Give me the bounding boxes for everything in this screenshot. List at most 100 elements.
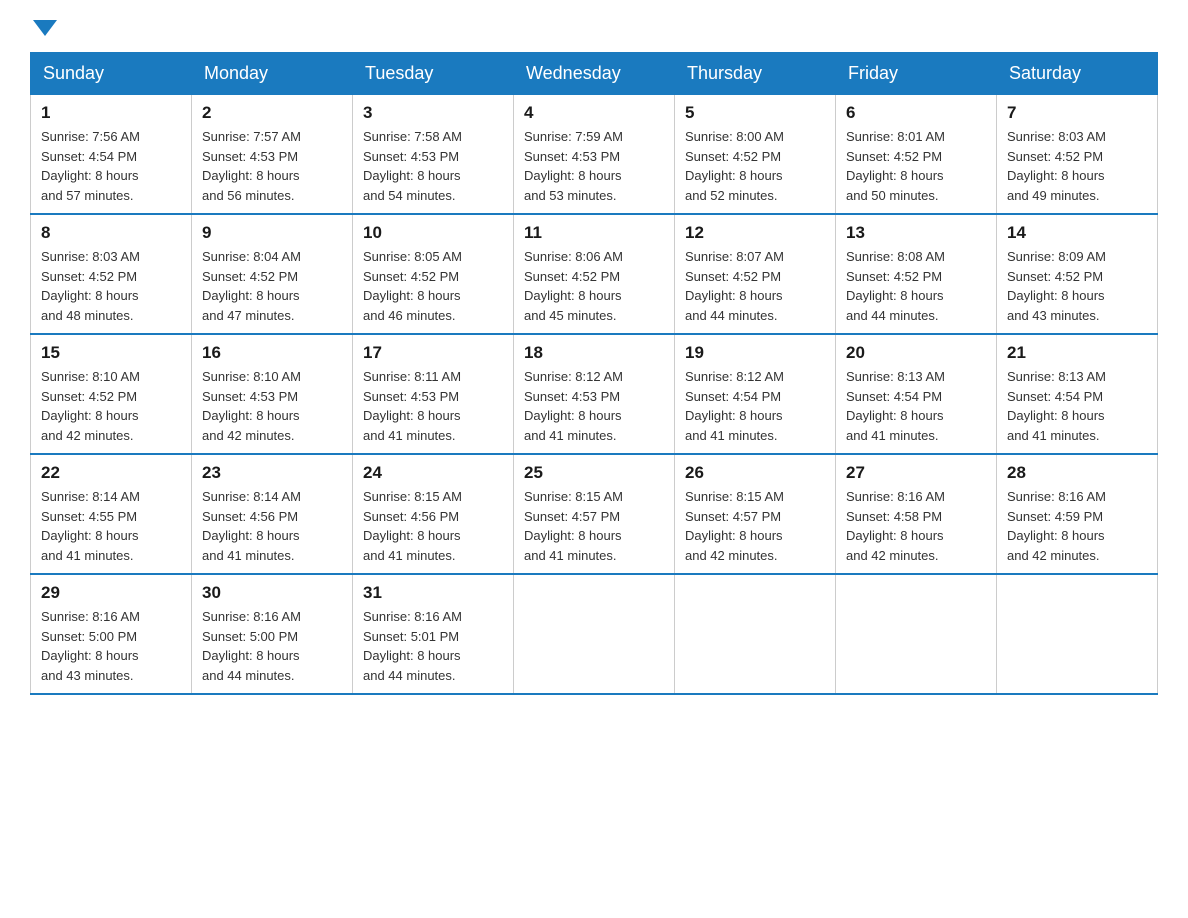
day-info: Sunrise: 8:15 AM Sunset: 4:56 PM Dayligh…: [363, 487, 503, 565]
calendar-cell: 26 Sunrise: 8:15 AM Sunset: 4:57 PM Dayl…: [675, 454, 836, 574]
day-info: Sunrise: 8:14 AM Sunset: 4:55 PM Dayligh…: [41, 487, 181, 565]
calendar-header-monday: Monday: [192, 53, 353, 95]
day-number: 21: [1007, 343, 1147, 363]
day-number: 24: [363, 463, 503, 483]
day-number: 29: [41, 583, 181, 603]
day-number: 23: [202, 463, 342, 483]
day-number: 9: [202, 223, 342, 243]
day-number: 8: [41, 223, 181, 243]
day-info: Sunrise: 8:15 AM Sunset: 4:57 PM Dayligh…: [685, 487, 825, 565]
day-number: 26: [685, 463, 825, 483]
day-number: 10: [363, 223, 503, 243]
day-info: Sunrise: 8:05 AM Sunset: 4:52 PM Dayligh…: [363, 247, 503, 325]
day-info: Sunrise: 7:57 AM Sunset: 4:53 PM Dayligh…: [202, 127, 342, 205]
calendar-cell: 11 Sunrise: 8:06 AM Sunset: 4:52 PM Dayl…: [514, 214, 675, 334]
day-info: Sunrise: 8:01 AM Sunset: 4:52 PM Dayligh…: [846, 127, 986, 205]
day-number: 22: [41, 463, 181, 483]
week-row-4: 22 Sunrise: 8:14 AM Sunset: 4:55 PM Dayl…: [31, 454, 1158, 574]
day-number: 18: [524, 343, 664, 363]
calendar-cell: 1 Sunrise: 7:56 AM Sunset: 4:54 PM Dayli…: [31, 95, 192, 215]
calendar-cell: 7 Sunrise: 8:03 AM Sunset: 4:52 PM Dayli…: [997, 95, 1158, 215]
logo-arrow-icon: [33, 20, 57, 36]
day-info: Sunrise: 8:13 AM Sunset: 4:54 PM Dayligh…: [1007, 367, 1147, 445]
logo: [30, 20, 57, 32]
day-info: Sunrise: 8:03 AM Sunset: 4:52 PM Dayligh…: [1007, 127, 1147, 205]
calendar-cell: [836, 574, 997, 694]
calendar-cell: 9 Sunrise: 8:04 AM Sunset: 4:52 PM Dayli…: [192, 214, 353, 334]
day-info: Sunrise: 7:58 AM Sunset: 4:53 PM Dayligh…: [363, 127, 503, 205]
calendar-cell: 16 Sunrise: 8:10 AM Sunset: 4:53 PM Dayl…: [192, 334, 353, 454]
calendar-cell: 2 Sunrise: 7:57 AM Sunset: 4:53 PM Dayli…: [192, 95, 353, 215]
day-info: Sunrise: 8:07 AM Sunset: 4:52 PM Dayligh…: [685, 247, 825, 325]
day-number: 5: [685, 103, 825, 123]
calendar-cell: 28 Sunrise: 8:16 AM Sunset: 4:59 PM Dayl…: [997, 454, 1158, 574]
day-number: 15: [41, 343, 181, 363]
logo-wrapper: [30, 20, 57, 32]
calendar-cell: 4 Sunrise: 7:59 AM Sunset: 4:53 PM Dayli…: [514, 95, 675, 215]
calendar-cell: 6 Sunrise: 8:01 AM Sunset: 4:52 PM Dayli…: [836, 95, 997, 215]
day-info: Sunrise: 8:09 AM Sunset: 4:52 PM Dayligh…: [1007, 247, 1147, 325]
calendar-table: SundayMondayTuesdayWednesdayThursdayFrid…: [30, 52, 1158, 695]
calendar-header-row: SundayMondayTuesdayWednesdayThursdayFrid…: [31, 53, 1158, 95]
calendar-cell: 13 Sunrise: 8:08 AM Sunset: 4:52 PM Dayl…: [836, 214, 997, 334]
day-info: Sunrise: 8:16 AM Sunset: 5:01 PM Dayligh…: [363, 607, 503, 685]
calendar-cell: [675, 574, 836, 694]
calendar-cell: 3 Sunrise: 7:58 AM Sunset: 4:53 PM Dayli…: [353, 95, 514, 215]
day-number: 11: [524, 223, 664, 243]
day-info: Sunrise: 7:59 AM Sunset: 4:53 PM Dayligh…: [524, 127, 664, 205]
page-header: [30, 20, 1158, 32]
calendar-cell: 29 Sunrise: 8:16 AM Sunset: 5:00 PM Dayl…: [31, 574, 192, 694]
week-row-2: 8 Sunrise: 8:03 AM Sunset: 4:52 PM Dayli…: [31, 214, 1158, 334]
calendar-cell: 25 Sunrise: 8:15 AM Sunset: 4:57 PM Dayl…: [514, 454, 675, 574]
calendar-header-thursday: Thursday: [675, 53, 836, 95]
week-row-1: 1 Sunrise: 7:56 AM Sunset: 4:54 PM Dayli…: [31, 95, 1158, 215]
day-info: Sunrise: 8:03 AM Sunset: 4:52 PM Dayligh…: [41, 247, 181, 325]
calendar-cell: 17 Sunrise: 8:11 AM Sunset: 4:53 PM Dayl…: [353, 334, 514, 454]
calendar-cell: 21 Sunrise: 8:13 AM Sunset: 4:54 PM Dayl…: [997, 334, 1158, 454]
day-number: 7: [1007, 103, 1147, 123]
calendar-cell: 12 Sunrise: 8:07 AM Sunset: 4:52 PM Dayl…: [675, 214, 836, 334]
day-info: Sunrise: 8:12 AM Sunset: 4:53 PM Dayligh…: [524, 367, 664, 445]
calendar-cell: 5 Sunrise: 8:00 AM Sunset: 4:52 PM Dayli…: [675, 95, 836, 215]
day-info: Sunrise: 8:13 AM Sunset: 4:54 PM Dayligh…: [846, 367, 986, 445]
day-number: 17: [363, 343, 503, 363]
day-number: 19: [685, 343, 825, 363]
day-info: Sunrise: 8:00 AM Sunset: 4:52 PM Dayligh…: [685, 127, 825, 205]
day-number: 27: [846, 463, 986, 483]
calendar-header-wednesday: Wednesday: [514, 53, 675, 95]
calendar-cell: 30 Sunrise: 8:16 AM Sunset: 5:00 PM Dayl…: [192, 574, 353, 694]
calendar-cell: 23 Sunrise: 8:14 AM Sunset: 4:56 PM Dayl…: [192, 454, 353, 574]
day-number: 12: [685, 223, 825, 243]
day-info: Sunrise: 8:10 AM Sunset: 4:52 PM Dayligh…: [41, 367, 181, 445]
day-info: Sunrise: 8:16 AM Sunset: 4:58 PM Dayligh…: [846, 487, 986, 565]
calendar-header-sunday: Sunday: [31, 53, 192, 95]
day-info: Sunrise: 8:04 AM Sunset: 4:52 PM Dayligh…: [202, 247, 342, 325]
day-number: 6: [846, 103, 986, 123]
day-number: 13: [846, 223, 986, 243]
calendar-cell: [997, 574, 1158, 694]
day-number: 16: [202, 343, 342, 363]
calendar-cell: 27 Sunrise: 8:16 AM Sunset: 4:58 PM Dayl…: [836, 454, 997, 574]
day-number: 3: [363, 103, 503, 123]
day-number: 14: [1007, 223, 1147, 243]
calendar-cell: 19 Sunrise: 8:12 AM Sunset: 4:54 PM Dayl…: [675, 334, 836, 454]
week-row-5: 29 Sunrise: 8:16 AM Sunset: 5:00 PM Dayl…: [31, 574, 1158, 694]
calendar-cell: 31 Sunrise: 8:16 AM Sunset: 5:01 PM Dayl…: [353, 574, 514, 694]
day-number: 1: [41, 103, 181, 123]
day-info: Sunrise: 8:06 AM Sunset: 4:52 PM Dayligh…: [524, 247, 664, 325]
day-info: Sunrise: 8:14 AM Sunset: 4:56 PM Dayligh…: [202, 487, 342, 565]
calendar-cell: [514, 574, 675, 694]
week-row-3: 15 Sunrise: 8:10 AM Sunset: 4:52 PM Dayl…: [31, 334, 1158, 454]
day-number: 30: [202, 583, 342, 603]
calendar-cell: 22 Sunrise: 8:14 AM Sunset: 4:55 PM Dayl…: [31, 454, 192, 574]
day-number: 28: [1007, 463, 1147, 483]
calendar-cell: 10 Sunrise: 8:05 AM Sunset: 4:52 PM Dayl…: [353, 214, 514, 334]
day-info: Sunrise: 8:15 AM Sunset: 4:57 PM Dayligh…: [524, 487, 664, 565]
day-info: Sunrise: 8:12 AM Sunset: 4:54 PM Dayligh…: [685, 367, 825, 445]
day-info: Sunrise: 8:08 AM Sunset: 4:52 PM Dayligh…: [846, 247, 986, 325]
day-number: 2: [202, 103, 342, 123]
calendar-cell: 8 Sunrise: 8:03 AM Sunset: 4:52 PM Dayli…: [31, 214, 192, 334]
day-number: 4: [524, 103, 664, 123]
calendar-header-saturday: Saturday: [997, 53, 1158, 95]
day-number: 25: [524, 463, 664, 483]
